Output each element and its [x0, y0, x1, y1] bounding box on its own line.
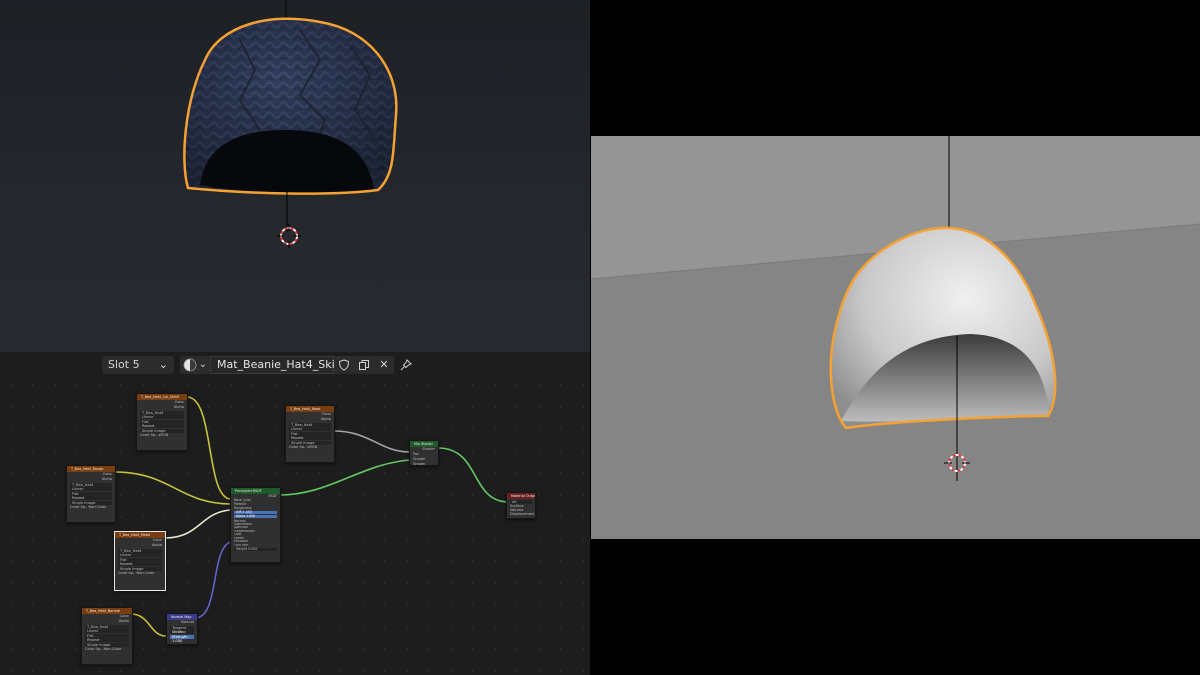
image-field[interactable]: T_Bea_Hat4: [85, 624, 129, 629]
viewport-solid-scene: [591, 136, 1200, 539]
projection[interactable]: Flat: [70, 491, 112, 496]
principled-bsdf-node[interactable]: Principled BSDF BSDF Base Color Metallic…: [230, 487, 281, 563]
link-normal-color: [130, 613, 167, 637]
input-alpha[interactable]: Alpha 1.000: [234, 514, 277, 518]
extension[interactable]: Repeat: [118, 562, 162, 566]
image-field[interactable]: T_Bea_Hat4: [70, 482, 112, 487]
viewport-solid[interactable]: [591, 136, 1200, 539]
interpolation[interactable]: Linear: [118, 553, 162, 557]
uv-map-field[interactable]: UV Map: [170, 630, 194, 634]
viewport-material-preview[interactable]: [0, 0, 590, 352]
interpolation[interactable]: Linear: [289, 427, 331, 431]
source[interactable]: Single Image: [140, 428, 184, 433]
image-field[interactable]: T_Bea_Hat4: [140, 410, 184, 415]
viewport-scene: [183, 0, 398, 248]
output-alpha: Alpha: [173, 405, 184, 409]
link-base-color: [186, 396, 232, 500]
link-roughness: [114, 471, 232, 505]
output-alpha: Alpha: [151, 543, 162, 547]
image-texture-node-metal[interactable]: T_Bea_Hat4_Metal Color Alpha T_Bea_Hat4 …: [114, 531, 166, 591]
material-output-node[interactable]: Material Output All Surface Volume Displ…: [506, 492, 536, 519]
extension[interactable]: Repeat: [70, 496, 112, 500]
source[interactable]: Single Image: [85, 642, 129, 647]
interpolation[interactable]: Linear: [70, 487, 112, 491]
interpolation[interactable]: Linear: [140, 415, 184, 419]
image-texture-node-normal[interactable]: T_Bea_Hat4_Normal Color Alpha T_Bea_Hat4…: [81, 607, 133, 665]
projection[interactable]: Flat: [118, 557, 162, 562]
image-texture-node-rough[interactable]: T_Bea_Hat4_Rough Color Alpha T_Bea_Hat4 …: [66, 465, 116, 523]
source[interactable]: Single Image: [289, 440, 331, 445]
3d-cursor-icon: [277, 224, 301, 248]
link-normal: [194, 541, 232, 619]
strength-field[interactable]: Strength 1.000: [170, 634, 194, 643]
normal-map-node[interactable]: Normal Map Normal Tangent Space UV Map S…: [166, 613, 198, 645]
mix-shader-node[interactable]: Mix Shader Shader Fac Shader Shader: [409, 440, 439, 466]
link-bsdf-mix: [278, 459, 411, 496]
output-normal: Normal: [180, 620, 194, 624]
input-weight[interactable]: Weight 0.000: [234, 547, 277, 551]
color-space[interactable]: Color Sp.. Non-Color: [82, 647, 132, 652]
link-fac: [333, 430, 411, 453]
output-alpha: Alpha: [101, 477, 112, 481]
output-alpha: Alpha: [320, 417, 331, 421]
link-output: [437, 447, 508, 503]
link-metallic: [164, 509, 232, 539]
color-space[interactable]: Color Sp.. sRGB: [137, 433, 187, 438]
image-texture-node-color[interactable]: T_Bea_Hat4_Col_Skin5 Color Alpha T_Bea_H…: [136, 393, 188, 451]
color-space[interactable]: Color Sp.. Non-Color: [67, 505, 115, 510]
target-select[interactable]: All: [510, 499, 532, 504]
space-select[interactable]: Tangent Space: [170, 625, 194, 634]
extension[interactable]: Repeat: [140, 424, 184, 428]
color-space[interactable]: Color Sp.. sRGB: [286, 445, 334, 450]
source[interactable]: Single Image: [70, 500, 112, 505]
input-displacement: Displacement: [510, 512, 535, 516]
extension[interactable]: Repeat: [85, 638, 129, 642]
source[interactable]: Single Image: [118, 566, 162, 571]
input-shader-2: Shader: [413, 462, 426, 466]
node-title: Material Output: [511, 494, 535, 498]
extension[interactable]: Repeat: [289, 436, 331, 440]
output-alpha: Alpha: [118, 619, 129, 623]
image-field[interactable]: T_Bea_Hat4: [289, 422, 331, 427]
projection[interactable]: Flat: [85, 633, 129, 638]
image-texture-node-mask[interactable]: T_Bea_Hat4_Mask Color Alpha T_Bea_Hat4 L…: [285, 405, 335, 463]
projection[interactable]: Flat: [140, 419, 184, 424]
image-field[interactable]: T_Bea_Hat4: [118, 548, 162, 553]
color-space[interactable]: Color Sp.. Non-Color: [115, 571, 165, 576]
interpolation[interactable]: Linear: [85, 629, 129, 633]
projection[interactable]: Flat: [289, 431, 331, 436]
